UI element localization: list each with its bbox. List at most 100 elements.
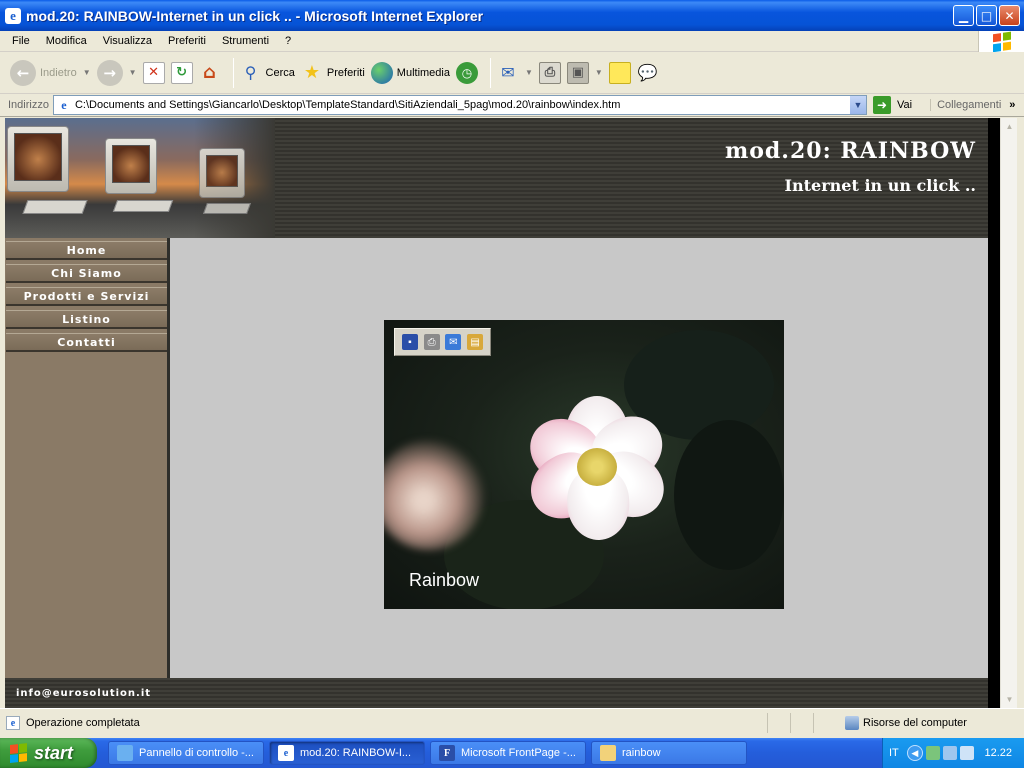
ie-icon: e bbox=[5, 7, 21, 24]
favorites-label: Preferiti bbox=[326, 66, 365, 79]
menu-modifica[interactable]: Modifica bbox=[38, 31, 95, 52]
address-dropdown-icon[interactable]: ▼ bbox=[848, 96, 866, 114]
monitor-left bbox=[7, 126, 69, 192]
toolbar-separator bbox=[232, 57, 234, 88]
address-url[interactable]: C:\Documents and Settings\Giancarlo\Desk… bbox=[75, 99, 620, 111]
print-button[interactable]: ⎙ bbox=[538, 57, 561, 89]
start-button[interactable]: start bbox=[0, 738, 97, 768]
tray-globe-icon[interactable] bbox=[959, 746, 974, 760]
tray-expand-icon[interactable]: ◀ bbox=[906, 745, 923, 761]
task-frontpage[interactable]: F Microsoft FrontPage -... bbox=[430, 741, 586, 765]
nav-contatti[interactable]: Contatti bbox=[6, 333, 167, 352]
menu-strumenti[interactable]: Strumenti bbox=[214, 31, 277, 52]
window-titlebar[interactable]: e mod.20: RAINBOW-Internet in un click .… bbox=[0, 0, 1024, 31]
start-label: start bbox=[34, 742, 74, 763]
nav-home[interactable]: Home bbox=[6, 241, 167, 260]
language-indicator[interactable]: IT bbox=[889, 747, 899, 759]
save-image-icon[interactable]: ▪ bbox=[401, 334, 418, 350]
page-icon: e bbox=[55, 97, 72, 113]
status-left: e Operazione completata bbox=[6, 716, 140, 730]
search-button[interactable]: ⚲ Cerca bbox=[240, 57, 295, 89]
rainbow-flower-image: Rainbow ▪ ⎙ ✉ ▤ bbox=[384, 320, 784, 609]
monitor-right bbox=[199, 148, 245, 198]
history-button[interactable]: ◷ bbox=[455, 57, 478, 89]
frontpage-icon: F bbox=[439, 745, 455, 761]
media-globe-icon bbox=[370, 61, 393, 84]
task-label: rainbow bbox=[622, 747, 661, 759]
flower-stamen bbox=[577, 448, 617, 486]
site-header: mod.20: RAINBOW Internet in un click .. bbox=[5, 118, 988, 238]
nav-chi-siamo[interactable]: Chi Siamo bbox=[6, 264, 167, 283]
star-icon: ★ bbox=[303, 62, 320, 83]
edit-button[interactable]: ▣ ▼ bbox=[566, 57, 603, 89]
go-button[interactable]: ➜ Vai bbox=[872, 96, 913, 114]
clock: 12.22 bbox=[984, 747, 1012, 759]
messenger-button[interactable]: 💬 bbox=[637, 57, 659, 89]
page-done-icon: e bbox=[6, 716, 20, 730]
forward-arrow-icon: → bbox=[96, 59, 123, 86]
scroll-up-icon[interactable]: ▲ bbox=[1001, 118, 1018, 135]
menu-bar: File Modifica Visualizza Preferiti Strum… bbox=[0, 31, 1024, 52]
footer-email-link[interactable]: info@eurosolution.it bbox=[16, 688, 151, 699]
printer-icon: ⎙ bbox=[538, 61, 561, 84]
vertical-scrollbar[interactable]: ▲ ▼ bbox=[1000, 118, 1017, 708]
task-rainbow-folder[interactable]: rainbow bbox=[591, 741, 747, 765]
tray-app-icon[interactable] bbox=[925, 746, 940, 760]
menu-visualizza[interactable]: Visualizza bbox=[95, 31, 160, 52]
nav-prodotti-servizi[interactable]: Prodotti e Servizi bbox=[6, 287, 167, 306]
task-control-panel[interactable]: Pannello di controllo -... bbox=[108, 741, 264, 765]
open-folder-icon[interactable]: ▤ bbox=[467, 334, 484, 350]
favorites-button[interactable]: ★ Preferiti bbox=[301, 57, 365, 89]
back-button[interactable]: ← Indietro ▼ bbox=[10, 57, 91, 89]
forward-button[interactable]: → ▼ bbox=[96, 57, 137, 89]
task-internet-explorer[interactable]: e mod.20: RAINBOW-I... bbox=[269, 741, 425, 765]
close-button[interactable]: ✕ bbox=[999, 5, 1020, 26]
mail-dropdown-icon[interactable]: ▼ bbox=[525, 68, 533, 77]
mail-image-icon[interactable]: ✉ bbox=[445, 334, 462, 350]
back-dropdown-icon[interactable]: ▼ bbox=[83, 68, 91, 77]
system-tray: IT ◀ 12.22 bbox=[882, 738, 1024, 768]
status-text: Operazione completata bbox=[26, 717, 140, 729]
go-label: Vai bbox=[896, 99, 913, 111]
address-input[interactable]: e C:\Documents and Settings\Giancarlo\De… bbox=[52, 95, 867, 115]
scroll-down-icon[interactable]: ▼ bbox=[1001, 691, 1018, 708]
tray-network-icon[interactable] bbox=[942, 746, 957, 760]
home-button[interactable]: ⌂ bbox=[199, 57, 221, 89]
maximize-button[interactable]: □ bbox=[976, 5, 997, 26]
history-clock-icon: ◷ bbox=[455, 61, 478, 84]
site-subtitle: Internet in un click .. bbox=[784, 176, 976, 195]
menu-help[interactable]: ? bbox=[277, 31, 299, 52]
search-label: Cerca bbox=[265, 66, 295, 79]
taskbar: start Pannello di controllo -... e mod.2… bbox=[0, 738, 1024, 768]
image-toolbar: ▪ ⎙ ✉ ▤ bbox=[394, 328, 491, 356]
site-title: mod.20: RAINBOW bbox=[724, 138, 976, 164]
toolbar: ← Indietro ▼ → ▼ ✕ ↻ ⌂ ⚲ Cerca ★ Preferi… bbox=[0, 52, 1024, 94]
toolbar-separator bbox=[489, 57, 491, 88]
menu-file[interactable]: File bbox=[0, 31, 38, 52]
control-panel-icon bbox=[117, 745, 133, 761]
stop-button[interactable]: ✕ bbox=[142, 57, 165, 89]
mail-button[interactable]: ✉ ▼ bbox=[497, 57, 533, 89]
image-caption: Rainbow bbox=[409, 570, 480, 590]
nav-listino[interactable]: Listino bbox=[6, 310, 167, 329]
edit-dropdown-icon[interactable]: ▼ bbox=[595, 68, 603, 77]
windows-flag-icon bbox=[10, 743, 28, 763]
forward-dropdown-icon[interactable]: ▼ bbox=[129, 68, 137, 77]
status-cell bbox=[767, 713, 787, 733]
menu-preferiti[interactable]: Preferiti bbox=[160, 31, 214, 52]
media-button[interactable]: Multimedia bbox=[370, 57, 450, 89]
back-label: Indietro bbox=[40, 66, 77, 79]
minimize-button[interactable]: ▁ bbox=[953, 5, 974, 26]
print-image-icon[interactable]: ⎙ bbox=[423, 334, 440, 350]
windows-logo-icon bbox=[978, 31, 1024, 52]
chevron-right-icon[interactable]: » bbox=[1009, 99, 1015, 111]
address-label: Indirizzo bbox=[8, 99, 49, 111]
ie-icon: e bbox=[278, 745, 294, 761]
page-viewport: mod.20: RAINBOW Internet in un click .. … bbox=[5, 118, 988, 708]
task-label: Microsoft FrontPage -... bbox=[461, 747, 576, 759]
discuss-button[interactable] bbox=[608, 57, 631, 89]
go-arrow-icon: ➜ bbox=[872, 96, 891, 114]
links-button[interactable]: Collegamenti bbox=[930, 99, 1001, 111]
note-icon bbox=[608, 61, 631, 84]
refresh-button[interactable]: ↻ bbox=[170, 57, 193, 89]
